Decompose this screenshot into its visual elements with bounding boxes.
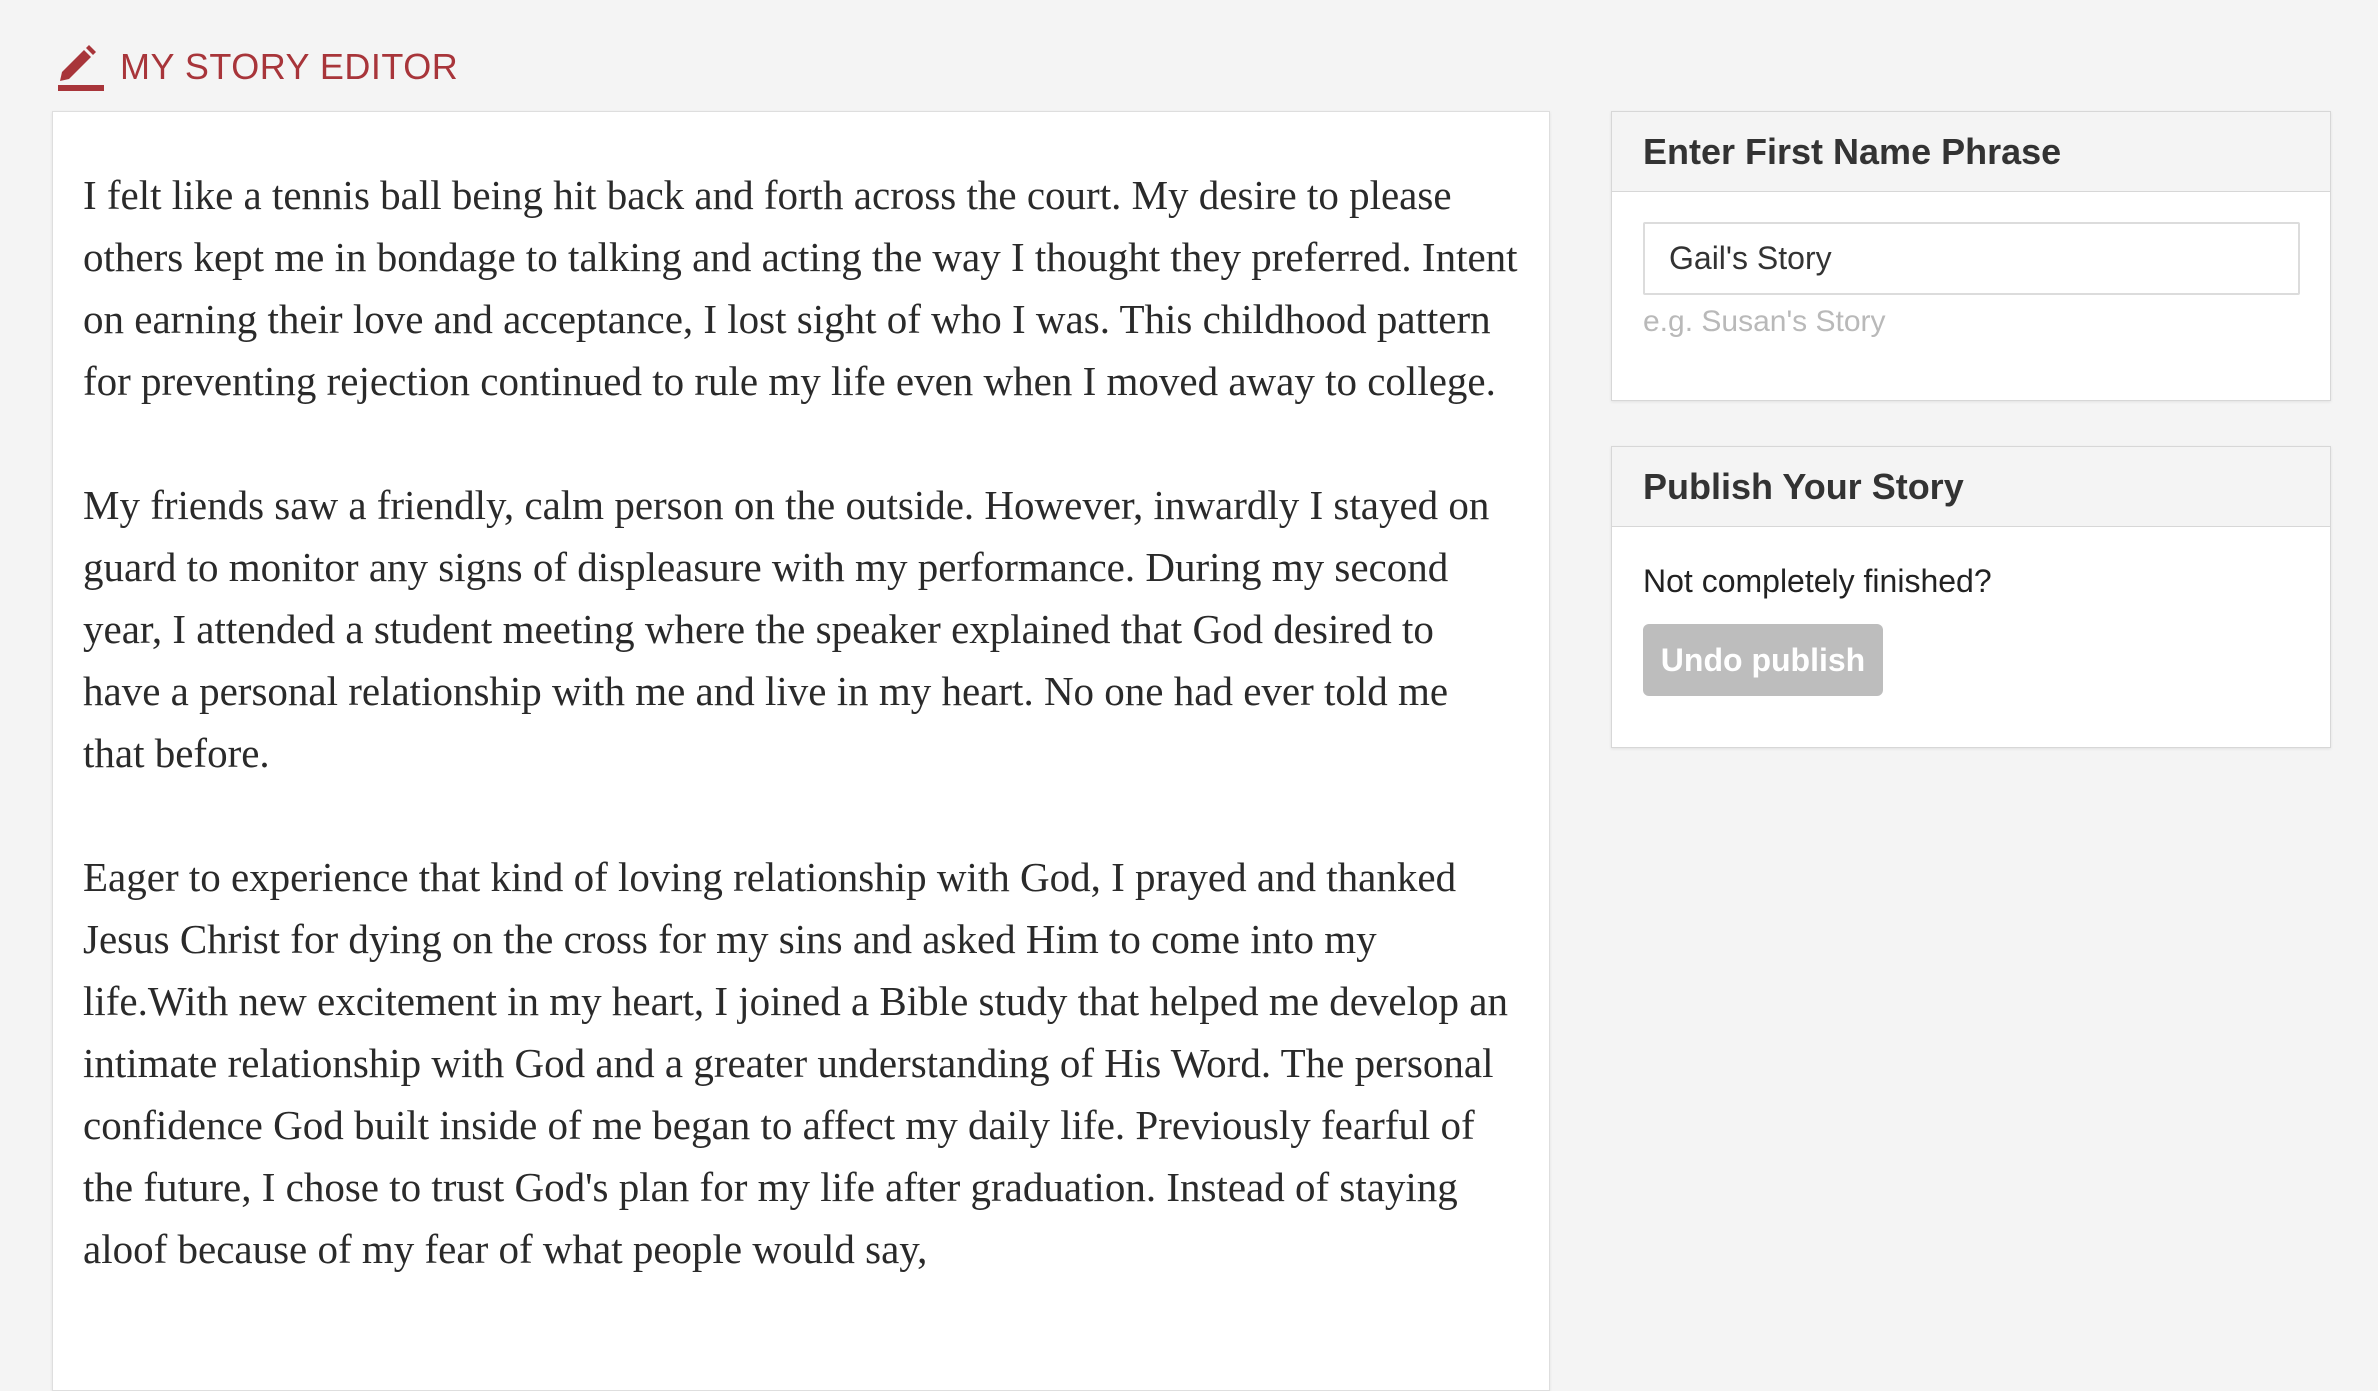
panel-title: Enter First Name Phrase (1643, 130, 2062, 172)
undo-publish-button[interactable]: Undo publish (1643, 624, 1883, 696)
story-paragraph[interactable]: I felt like a tennis ball being hit back… (83, 164, 1519, 412)
unfinished-question: Not completely finished? (1643, 563, 1992, 599)
pencil-icon (58, 45, 104, 91)
panel-header: Enter First Name Phrase (1612, 112, 2330, 192)
story-paragraph[interactable]: Eager to experience that kind of loving … (83, 846, 1519, 1280)
publish-panel: Publish Your Story Not completely finish… (1611, 446, 2331, 748)
panel-header: Publish Your Story (1612, 447, 2330, 527)
panel-title: Publish Your Story (1643, 465, 1964, 507)
page-title: MY STORY EDITOR (120, 46, 459, 87)
first-name-panel: Enter First Name Phrase e.g. Susan's Sto… (1611, 111, 2331, 401)
story-paragraph[interactable]: My friends saw a friendly, calm person o… (83, 474, 1519, 784)
story-editor[interactable]: I felt like a tennis ball being hit back… (52, 111, 1550, 1391)
input-help-text: e.g. Susan's Story (1643, 305, 1886, 338)
panel-body: e.g. Susan's Story (1612, 192, 2330, 369)
first-name-phrase-input[interactable] (1643, 222, 2300, 295)
panel-body: Not completely finished? Undo publish (1612, 527, 2330, 726)
editor-header: MY STORY EDITOR (56, 42, 458, 92)
